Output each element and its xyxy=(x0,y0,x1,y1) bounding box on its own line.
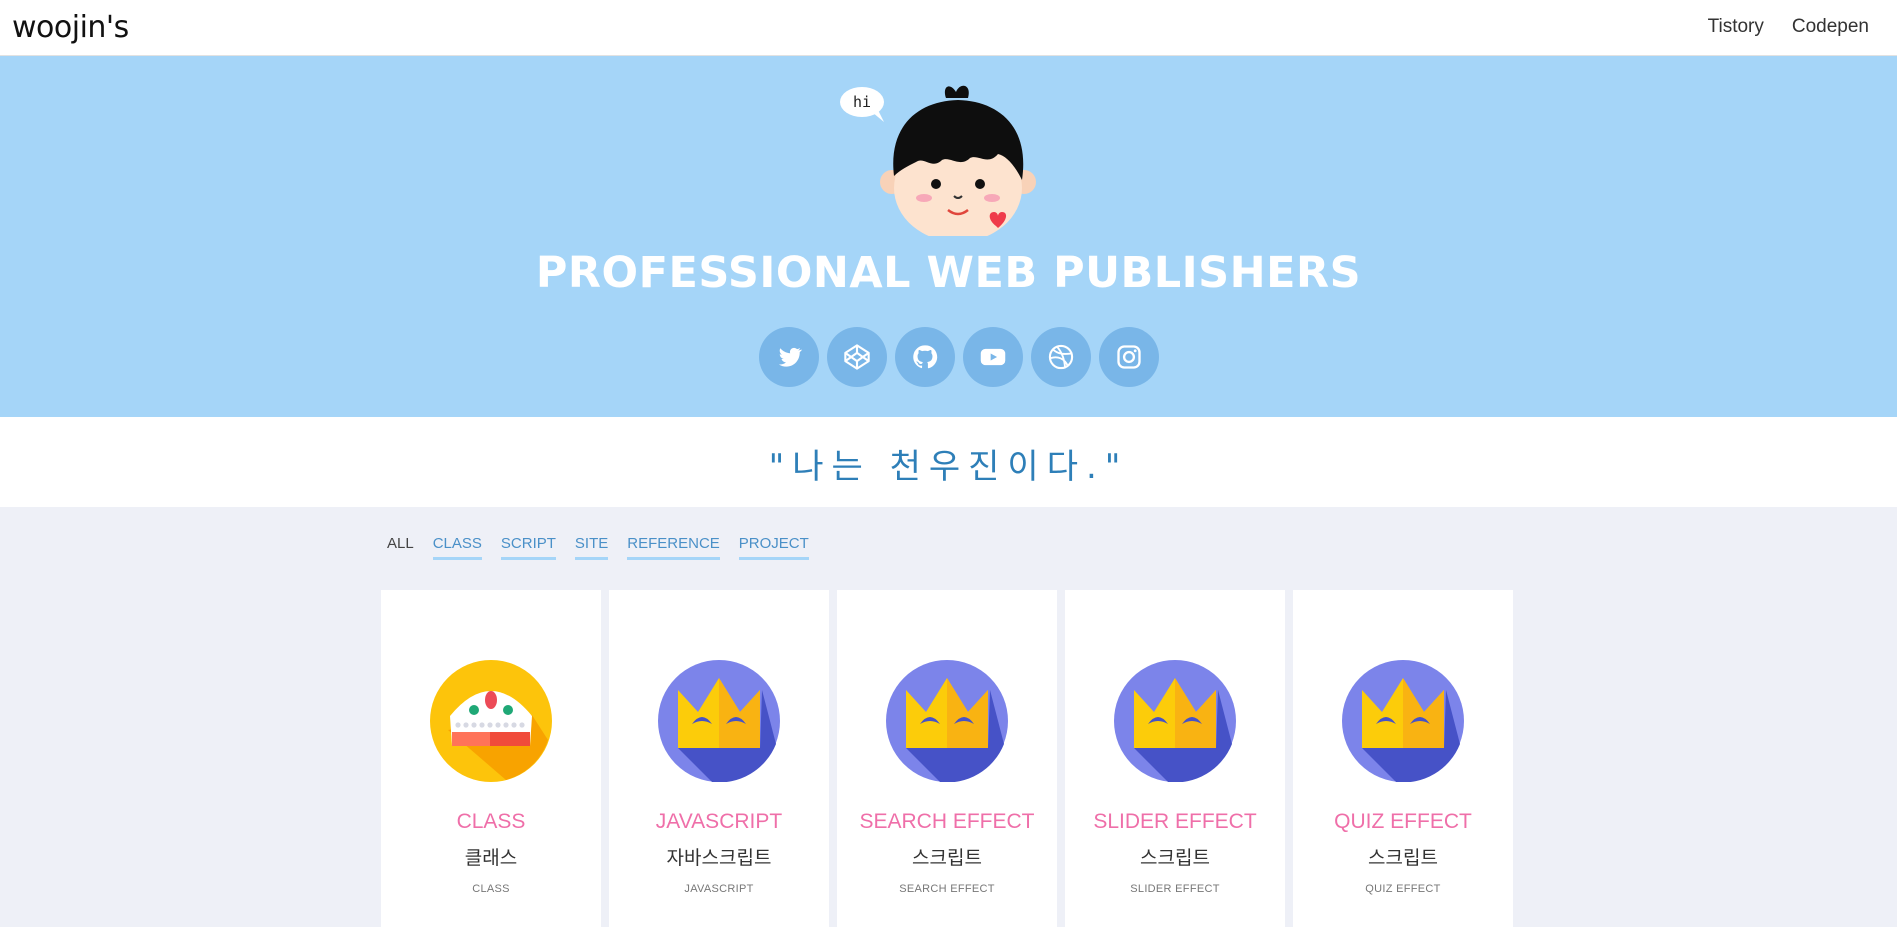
card-slider-effect[interactable]: SLIDER EFFECT 스크립트 SLIDER EFFECT xyxy=(1065,590,1285,927)
dribbble-icon xyxy=(1048,344,1074,370)
quote-text: "나는 천우진이다." xyxy=(768,447,1129,487)
avatar-illustration: hi xyxy=(840,85,1036,242)
github-link[interactable] xyxy=(895,327,955,387)
card-subtitle: 클래스 xyxy=(464,847,518,869)
twitter-link[interactable] xyxy=(759,327,819,387)
site-logo[interactable]: woojin's xyxy=(12,10,129,45)
card-title: SEARCH EFFECT xyxy=(859,810,1035,833)
portfolio-section: ALL CLASS SCRIPT SITE REFERENCE PROJECT … xyxy=(0,507,1897,927)
filter-all[interactable]: ALL xyxy=(387,535,414,560)
top-navigation-bar: woojin's Tistory Codepen xyxy=(0,0,1897,56)
card-subtitle: 스크립트 xyxy=(1368,847,1438,869)
crown-icon xyxy=(886,660,1008,782)
nav-link-tistory[interactable]: Tistory xyxy=(1708,16,1764,38)
card-title: QUIZ EFFECT xyxy=(1334,810,1472,833)
filter-site[interactable]: SITE xyxy=(574,535,609,560)
github-icon xyxy=(913,345,938,369)
crown-icon xyxy=(1342,660,1464,782)
hero-title: PROFESSIONAL WEB PUBLISHERS xyxy=(535,248,1362,298)
filter-script[interactable]: SCRIPT xyxy=(500,535,556,560)
card-javascript[interactable]: JAVASCRIPT 자바스크립트 JAVASCRIPT xyxy=(609,590,829,927)
card-caption: SLIDER EFFECT xyxy=(1130,883,1220,895)
card-list: CLASS 클래스 CLASS JAVASCRIPT 자바스크립트 JAVASC… xyxy=(381,590,1513,927)
instagram-link[interactable] xyxy=(1099,327,1159,387)
filter-project[interactable]: PROJECT xyxy=(738,535,809,560)
quote-section: "나는 천우진이다." xyxy=(0,417,1897,507)
card-title: JAVASCRIPT xyxy=(655,810,783,833)
card-subtitle: 자바스크립트 xyxy=(666,847,772,869)
card-quiz-effect[interactable]: QUIZ EFFECT 스크립트 QUIZ EFFECT xyxy=(1293,590,1513,927)
youtube-icon xyxy=(980,348,1006,366)
filter-class[interactable]: CLASS xyxy=(432,535,482,560)
card-class[interactable]: CLASS 클래스 CLASS xyxy=(381,590,601,927)
filter-reference[interactable]: REFERENCE xyxy=(627,535,720,560)
codepen-icon xyxy=(844,344,870,370)
hero-section: hi PROFESSIONAL WEB PUBLISHERS xyxy=(0,56,1897,417)
instagram-icon xyxy=(1117,345,1141,369)
card-search-effect[interactable]: SEARCH EFFECT 스크립트 SEARCH EFFECT xyxy=(837,590,1057,927)
header-nav: Tistory Codepen xyxy=(1708,16,1869,38)
card-title: CLASS xyxy=(456,810,526,833)
card-caption: SEARCH EFFECT xyxy=(899,883,995,895)
nav-link-codepen[interactable]: Codepen xyxy=(1792,16,1869,38)
crown-icon xyxy=(658,660,780,782)
crown-icon xyxy=(430,660,552,782)
card-caption: QUIZ EFFECT xyxy=(1365,883,1441,895)
card-subtitle: 스크립트 xyxy=(1140,847,1210,869)
social-links xyxy=(759,327,1159,387)
crown-icon xyxy=(1114,660,1236,782)
card-caption: CLASS xyxy=(472,883,510,895)
avatar: hi xyxy=(838,76,1038,242)
codepen-link[interactable] xyxy=(827,327,887,387)
twitter-icon xyxy=(778,347,803,367)
card-caption: JAVASCRIPT xyxy=(684,883,754,895)
card-title: SLIDER EFFECT xyxy=(1093,810,1257,833)
category-filters: ALL CLASS SCRIPT SITE REFERENCE PROJECT xyxy=(387,535,809,560)
dribbble-link[interactable] xyxy=(1031,327,1091,387)
speech-bubble-text: hi xyxy=(853,93,871,111)
youtube-link[interactable] xyxy=(963,327,1023,387)
card-subtitle: 스크립트 xyxy=(912,847,982,869)
